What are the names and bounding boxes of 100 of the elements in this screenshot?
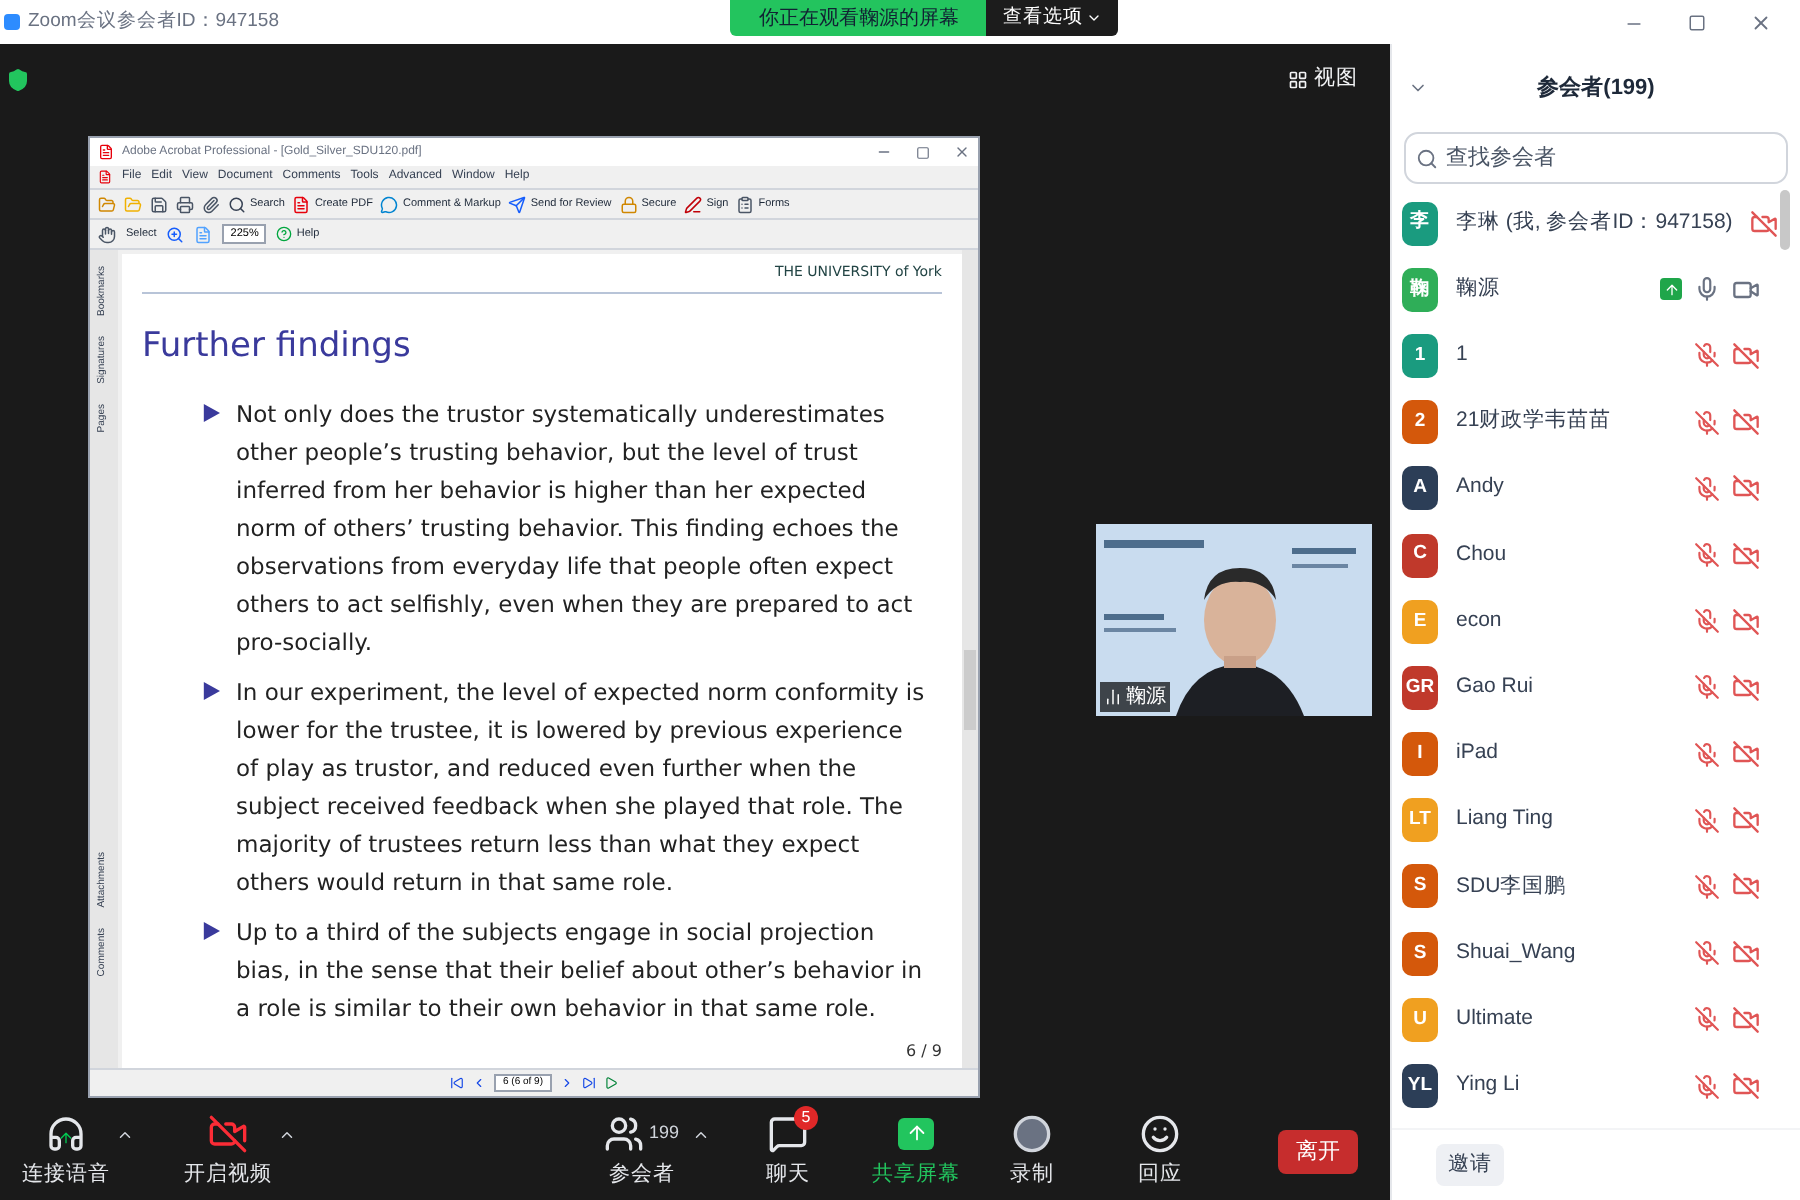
mic-muted-icon[interactable] xyxy=(1694,940,1720,967)
hand-icon[interactable] xyxy=(98,225,116,243)
panel-title: 参会者(199) xyxy=(1535,73,1657,104)
maximize-icon[interactable] xyxy=(1688,14,1706,32)
first-page-icon[interactable] xyxy=(450,1076,465,1090)
shield-icon xyxy=(6,68,30,92)
participant-name: Ying Li xyxy=(1456,1070,1522,1101)
video-off-icon[interactable] xyxy=(1732,1005,1760,1034)
mic-muted-icon[interactable] xyxy=(1694,542,1720,569)
video-off-icon[interactable] xyxy=(1732,541,1760,570)
participant-row[interactable]: E econ xyxy=(1392,588,1780,655)
headphones-icon xyxy=(46,1113,86,1154)
caret-icon xyxy=(1086,10,1103,26)
participant-name: Shuai_Wang xyxy=(1456,937,1578,968)
help-icon xyxy=(276,226,293,242)
video-off-icon[interactable] xyxy=(1732,673,1760,702)
avatar: 2 xyxy=(1402,400,1438,445)
close-icon[interactable] xyxy=(1750,12,1772,34)
participant-row[interactable]: 1 1 xyxy=(1392,322,1780,390)
zoom-icon[interactable] xyxy=(166,225,185,243)
avatar: LT xyxy=(1402,798,1438,843)
leave-button[interactable]: 离开 xyxy=(1278,1130,1358,1174)
toolbar-button[interactable]: 回应 xyxy=(1110,1113,1210,1191)
view-options-button[interactable]: 查看选项 xyxy=(986,0,1119,36)
maximize-icon[interactable] xyxy=(916,145,930,159)
save-icon[interactable] xyxy=(150,195,168,213)
participant-row[interactable]: 李 李琳 (我, 参会者ID：947158) xyxy=(1392,190,1780,257)
participant-row[interactable]: C Chou xyxy=(1392,521,1780,589)
toolbar-button[interactable]: 连接语音 xyxy=(16,1113,116,1191)
mic-muted-icon[interactable] xyxy=(1694,1073,1720,1100)
mic-muted-icon[interactable] xyxy=(1694,409,1720,436)
avatar: S xyxy=(1402,931,1438,976)
arrow-up-icon xyxy=(58,1129,74,1146)
previous-page-icon[interactable] xyxy=(472,1076,487,1090)
view-button[interactable]: 视图 xyxy=(1288,64,1358,96)
window-title: Zoom会议参会者ID：947158 xyxy=(28,8,279,36)
avatar: A xyxy=(1402,466,1438,511)
scrollbar-thumb[interactable] xyxy=(964,650,976,730)
participant-row[interactable]: LT Liang Ting xyxy=(1392,787,1780,854)
video-off-icon[interactable] xyxy=(1732,939,1760,968)
form-icon xyxy=(736,195,755,213)
toolbar-button[interactable]: 开启视频 xyxy=(178,1113,278,1191)
participant-row[interactable]: S Shuai_Wang xyxy=(1392,920,1780,987)
video-off-icon[interactable] xyxy=(1732,806,1760,835)
toolbar-button[interactable]: 录制 xyxy=(982,1113,1082,1191)
participant-row[interactable]: S SDU李国鹏 xyxy=(1392,853,1780,921)
mic-icon[interactable] xyxy=(1694,276,1720,303)
participant-row[interactable]: A Andy xyxy=(1392,455,1780,522)
invite-button[interactable]: 邀请 xyxy=(1436,1143,1504,1187)
video-off-icon[interactable] xyxy=(1732,474,1760,503)
scrollbar-thumb[interactable] xyxy=(1780,190,1790,250)
participant-name: Liang Ting xyxy=(1456,804,1555,835)
mic-muted-icon[interactable] xyxy=(1694,807,1720,834)
bullet-icon xyxy=(202,682,220,700)
video-off-icon[interactable] xyxy=(1732,341,1760,370)
avatar: C xyxy=(1402,533,1438,578)
page-icon[interactable] xyxy=(194,225,213,243)
app-icon xyxy=(98,170,112,184)
participant-row[interactable]: U Ultimate xyxy=(1392,986,1780,1053)
chat-icon xyxy=(768,1113,808,1154)
record-icon xyxy=(1012,1113,1052,1154)
video-off-icon[interactable] xyxy=(1732,408,1760,437)
avatar: GR xyxy=(1402,665,1438,710)
paperclip-icon[interactable] xyxy=(202,195,220,213)
avatar: U xyxy=(1402,997,1438,1042)
video-off-icon[interactable] xyxy=(1732,740,1760,769)
video-off-icon[interactable] xyxy=(1732,1072,1760,1101)
participant-row[interactable]: 2 21财政学韦苗苗 xyxy=(1392,389,1780,456)
search-field[interactable]: 查找参会者 xyxy=(1404,132,1788,184)
participant-row[interactable]: 鞠 鞠源 xyxy=(1392,256,1780,323)
video-off-icon[interactable] xyxy=(1732,872,1760,901)
participant-row[interactable]: I iPad xyxy=(1392,721,1780,788)
last-page-icon[interactable] xyxy=(581,1076,595,1090)
mic-muted-icon[interactable] xyxy=(1694,741,1720,768)
mic-muted-icon[interactable] xyxy=(1694,674,1720,701)
participant-count: 199 xyxy=(648,1119,680,1146)
mic-muted-icon[interactable] xyxy=(1694,475,1720,502)
next-page-icon[interactable] xyxy=(559,1076,573,1090)
document-icon xyxy=(292,195,311,213)
mic-muted-icon[interactable] xyxy=(1694,873,1720,900)
video-off-icon[interactable] xyxy=(1732,607,1760,636)
play-icon[interactable] xyxy=(603,1076,617,1090)
participant-name: 21财政学韦苗苗 xyxy=(1456,406,1614,437)
mic-muted-icon[interactable] xyxy=(1694,342,1720,369)
close-icon[interactable] xyxy=(954,144,970,160)
participant-name: SDU李国鹏 xyxy=(1456,871,1569,902)
video-off-icon[interactable] xyxy=(1750,209,1779,238)
bullet-text: Up to a third of the subjects engage in social projection bias, in the sense that their belief about other’s behavior in a role is similar to their own behavior in that same role. xyxy=(236,916,924,1026)
participant-name: 李琳 (我, 参会者ID：947158) xyxy=(1456,207,1733,238)
bullet-icon xyxy=(202,404,220,422)
toolbar-button[interactable]: 199 参会者 xyxy=(592,1113,692,1191)
avatar: S xyxy=(1402,864,1438,909)
mic-muted-icon[interactable] xyxy=(1694,608,1720,635)
participant-row[interactable]: GR Gao Rui xyxy=(1392,654,1780,721)
toolbar-button[interactable]: 共享屏幕 xyxy=(866,1113,966,1191)
participant-name: 鞠源 xyxy=(1456,273,1502,304)
printer-icon[interactable] xyxy=(176,195,194,213)
avatar: 1 xyxy=(1402,333,1438,378)
participant-row[interactable]: YL Ying Li xyxy=(1392,1052,1780,1120)
mic-muted-icon[interactable] xyxy=(1694,1006,1720,1033)
